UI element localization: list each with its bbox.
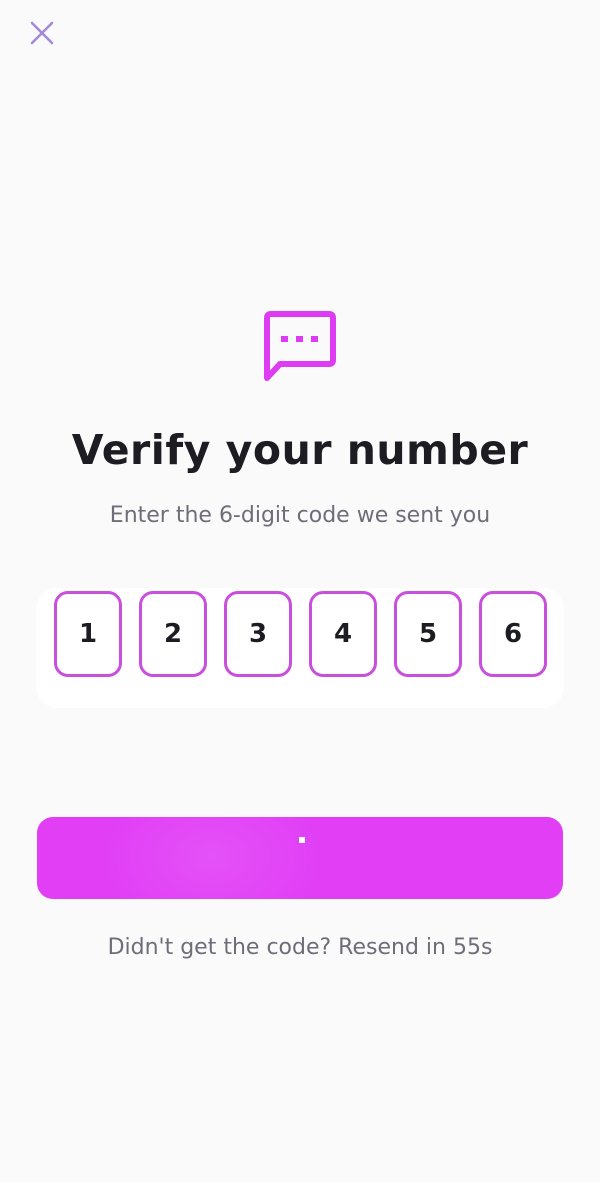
code-digit-input-4[interactable]: 4	[309, 591, 377, 677]
code-digit-input-6[interactable]: 6	[479, 591, 547, 677]
page-subtitle: Enter the 6-digit code we sent you	[109, 503, 491, 528]
close-icon	[30, 21, 54, 45]
close-button[interactable]	[26, 17, 58, 49]
verify-button[interactable]	[37, 817, 563, 899]
code-digit-input-5[interactable]: 5	[394, 591, 462, 677]
loading-spinner-icon	[299, 837, 305, 843]
code-digit-input-3[interactable]: 3	[224, 591, 292, 677]
button-glow	[97, 817, 327, 899]
resend-timer-text: Didn't get the code? Resend in 55s	[107, 935, 493, 960]
page-title: Verify your number	[71, 426, 529, 474]
message-dots-icon	[262, 310, 338, 382]
code-digit-input-1[interactable]: 1	[54, 591, 122, 677]
code-digit-input-2[interactable]: 2	[139, 591, 207, 677]
